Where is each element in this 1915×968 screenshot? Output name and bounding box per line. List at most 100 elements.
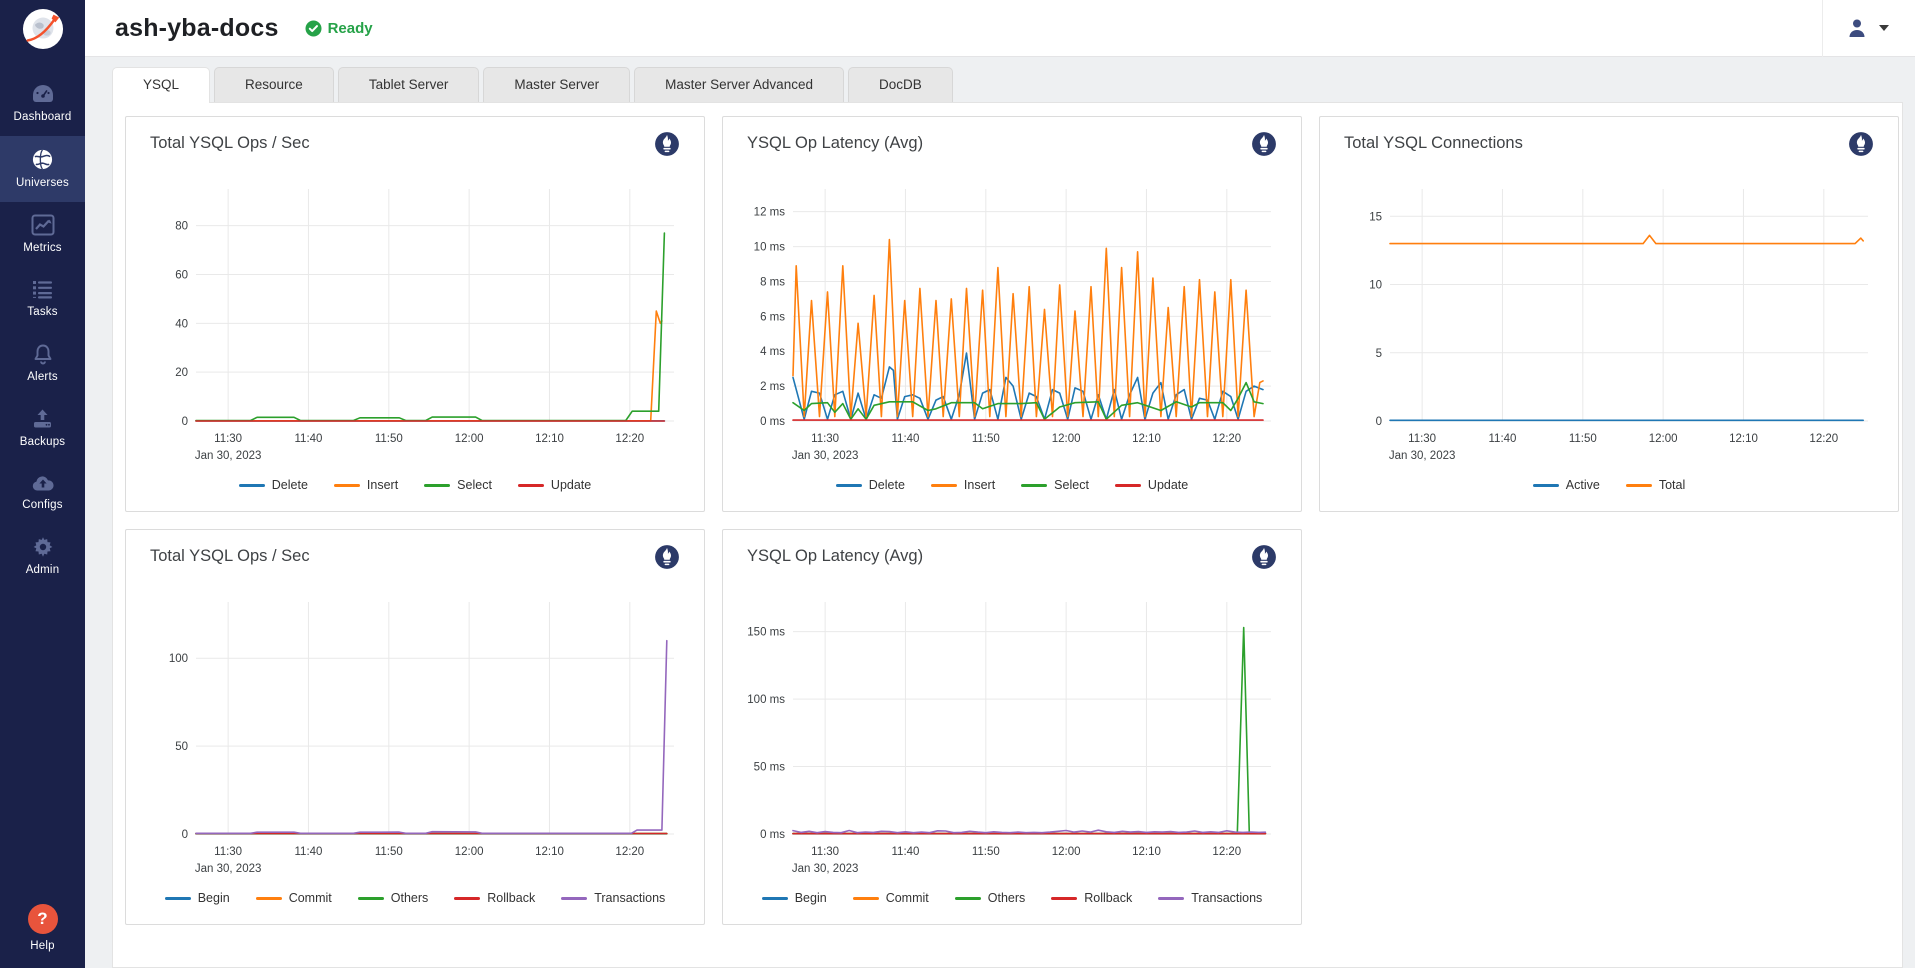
sidebar-item-backups[interactable]: Backups — [0, 396, 85, 461]
legend-item-begin[interactable]: Begin — [165, 891, 230, 905]
status-badge: Ready — [305, 20, 373, 37]
chart-card-total-ysql-connections: Total YSQL Connections 05101511:3011:401… — [1319, 116, 1899, 512]
legend-label: Delete — [869, 478, 905, 492]
chart-plot-area[interactable]: 02040608011:3011:4011:5012:0012:1012:20J… — [150, 169, 680, 469]
tab-master-server[interactable]: Master Server — [483, 67, 630, 102]
chart-legend: Begin Commit Others Rollback Transactions — [150, 882, 680, 914]
legend-label: Others — [988, 891, 1026, 905]
svg-text:100 ms: 100 ms — [747, 694, 785, 706]
chart-title: YSQL Op Latency (Avg) — [747, 131, 923, 153]
svg-text:11:30: 11:30 — [214, 433, 242, 445]
chart-plot-area[interactable]: 05010011:3011:4011:5012:0012:1012:20Jan … — [150, 582, 680, 882]
cloud-upload-icon — [31, 473, 55, 493]
prometheus-icon[interactable] — [1251, 544, 1277, 570]
legend-item-transactions[interactable]: Transactions — [561, 891, 665, 905]
legend-swatch — [1158, 897, 1184, 900]
sidebar-item-admin[interactable]: Admin — [0, 524, 85, 589]
prometheus-icon[interactable] — [654, 544, 680, 570]
legend-item-total[interactable]: Total — [1626, 478, 1685, 492]
svg-text:10: 10 — [1369, 280, 1382, 292]
sidebar-item-alerts[interactable]: Alerts — [0, 331, 85, 396]
legend-item-commit[interactable]: Commit — [853, 891, 929, 905]
legend-label: Active — [1566, 478, 1600, 492]
svg-text:12:10: 12:10 — [1729, 433, 1758, 445]
legend-item-others[interactable]: Others — [955, 891, 1026, 905]
chevron-down-icon — [1879, 25, 1889, 31]
legend-item-update[interactable]: Update — [518, 478, 591, 492]
sidebar-item-label: Help — [30, 940, 54, 952]
svg-text:150 ms: 150 ms — [747, 627, 785, 639]
legend-item-transactions[interactable]: Transactions — [1158, 891, 1262, 905]
chart-legend: Delete Insert Select Update — [747, 469, 1277, 501]
svg-text:12:00: 12:00 — [1649, 433, 1678, 445]
legend-item-begin[interactable]: Begin — [762, 891, 827, 905]
sidebar-item-dashboard[interactable]: Dashboard — [0, 71, 85, 136]
legend-item-rollback[interactable]: Rollback — [1051, 891, 1132, 905]
chart-card-total-ysql-transactions-ops: Total YSQL Ops / Sec 05010011:3011:4011:… — [125, 529, 705, 925]
user-menu[interactable] — [1822, 0, 1915, 57]
svg-text:12 ms: 12 ms — [754, 207, 786, 219]
prometheus-icon[interactable] — [654, 131, 680, 157]
svg-text:10 ms: 10 ms — [754, 242, 786, 254]
chart-plot-area[interactable]: 0 ms2 ms4 ms6 ms8 ms10 ms12 ms11:3011:40… — [747, 169, 1277, 469]
svg-text:0 ms: 0 ms — [760, 416, 785, 428]
svg-text:100: 100 — [169, 653, 188, 665]
tab-master-server-advanced[interactable]: Master Server Advanced — [634, 67, 844, 102]
sidebar-item-configs[interactable]: Configs — [0, 461, 85, 524]
chart-plot-area[interactable]: 0 ms50 ms100 ms150 ms11:3011:4011:5012:0… — [747, 582, 1277, 882]
prometheus-icon[interactable] — [1848, 131, 1874, 157]
svg-text:0: 0 — [182, 829, 188, 841]
legend-item-active[interactable]: Active — [1533, 478, 1600, 492]
legend-swatch — [836, 484, 862, 487]
help-icon: ? — [28, 904, 58, 934]
sidebar-item-metrics[interactable]: Metrics — [0, 202, 85, 267]
prometheus-icon[interactable] — [1251, 131, 1277, 157]
svg-text:11:30: 11:30 — [214, 846, 242, 858]
sidebar-item-help[interactable]: ? Help — [0, 890, 85, 968]
legend-swatch — [853, 897, 879, 900]
chart-card-total-ysql-ops: Total YSQL Ops / Sec 02040608011:3011:40… — [125, 116, 705, 512]
svg-text:11:30: 11:30 — [1408, 433, 1436, 445]
sidebar-item-tasks[interactable]: Tasks — [0, 267, 85, 331]
sidebar-item-label: Configs — [22, 499, 62, 511]
legend-item-update[interactable]: Update — [1115, 478, 1188, 492]
svg-text:12:20: 12:20 — [615, 433, 644, 445]
tab-tablet-server[interactable]: Tablet Server — [338, 67, 480, 102]
legend-item-commit[interactable]: Commit — [256, 891, 332, 905]
svg-text:12:10: 12:10 — [535, 846, 564, 858]
legend-item-insert[interactable]: Insert — [334, 478, 398, 492]
chart-plot-area[interactable]: 05101511:3011:4011:5012:0012:1012:20Jan … — [1344, 169, 1874, 469]
tab-ysql[interactable]: YSQL — [112, 67, 210, 103]
svg-text:Jan 30, 2023: Jan 30, 2023 — [792, 863, 859, 875]
legend-item-insert[interactable]: Insert — [931, 478, 995, 492]
svg-text:11:50: 11:50 — [972, 433, 1000, 445]
status-label: Ready — [328, 20, 373, 37]
legend-label: Rollback — [1084, 891, 1132, 905]
svg-text:12:20: 12:20 — [1809, 433, 1838, 445]
svg-text:60: 60 — [175, 269, 188, 281]
tab-resource[interactable]: Resource — [214, 67, 334, 102]
chart-legend: Delete Insert Select Update — [150, 469, 680, 501]
rocket-planet-logo-icon — [22, 8, 64, 50]
svg-text:11:50: 11:50 — [375, 846, 403, 858]
legend-item-delete[interactable]: Delete — [836, 478, 905, 492]
legend-label: Transactions — [594, 891, 665, 905]
tab-docdb[interactable]: DocDB — [848, 67, 953, 102]
legend-item-select[interactable]: Select — [1021, 478, 1089, 492]
sidebar-item-universes[interactable]: Universes — [0, 136, 85, 202]
legend-swatch — [358, 897, 384, 900]
backup-upload-icon — [31, 408, 54, 430]
legend-item-select[interactable]: Select — [424, 478, 492, 492]
universe-header: ash-yba-docs Ready — [85, 0, 1915, 57]
legend-item-rollback[interactable]: Rollback — [454, 891, 535, 905]
chart-title: Total YSQL Connections — [1344, 131, 1523, 153]
legend-swatch — [165, 897, 191, 900]
app-logo[interactable] — [0, 0, 85, 57]
svg-text:11:50: 11:50 — [375, 433, 403, 445]
legend-item-others[interactable]: Others — [358, 891, 429, 905]
legend-item-delete[interactable]: Delete — [239, 478, 308, 492]
sidebar-item-label: Admin — [26, 564, 60, 576]
legend-swatch — [1115, 484, 1141, 487]
legend-label: Select — [1054, 478, 1089, 492]
legend-label: Total — [1659, 478, 1685, 492]
